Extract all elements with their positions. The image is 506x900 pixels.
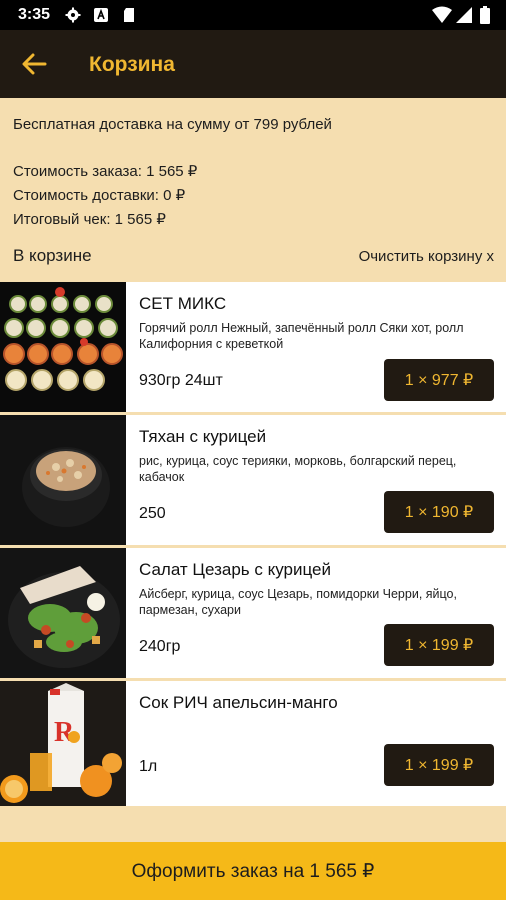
chahan-image [0, 415, 126, 545]
item-description: рис, курица, соус терияки, морковь, болг… [139, 454, 457, 484]
item-name: Сок РИЧ апельсин-манго [139, 693, 338, 712]
cart-item[interactable]: R Сок РИЧ апельсин-манго 1л 1 × 199 ₽ [0, 681, 506, 806]
signal-icon [456, 7, 472, 23]
clear-cart-button[interactable]: Очистить корзину х [359, 248, 494, 265]
order-cost: Стоимость заказа: 1 565 ₽ [13, 163, 198, 180]
item-weight: 930гр 24шт [139, 372, 223, 389]
battery-icon [480, 6, 490, 24]
free-delivery-note: Бесплатная доставка на сумму от 799 рубл… [13, 116, 332, 133]
juice-image: R [0, 681, 126, 806]
quantity-price-button[interactable]: 1 × 977 ₽ [384, 359, 494, 401]
total-cost: Итоговый чек: 1 565 ₽ [13, 211, 166, 228]
cart-item[interactable]: Тяхан с курицей рис, курица, соус терияк… [0, 415, 506, 545]
checkout-button[interactable]: Оформить заказ на 1 565 ₽ [0, 842, 506, 900]
cart-item[interactable]: Салат Цезарь с курицей Айсберг, курица, … [0, 548, 506, 678]
delivery-cost: Стоимость доставки: 0 ₽ [13, 187, 186, 204]
item-weight: 240гр [139, 638, 181, 655]
app-bar: Корзина [0, 30, 506, 98]
status-bar: 3:35 [0, 0, 506, 30]
item-description: Горячий ролл Нежный, запечённый ролл Сяк… [139, 321, 464, 351]
quantity-price-button[interactable]: 1 × 199 ₽ [384, 624, 494, 666]
a-box-icon [94, 8, 108, 22]
item-weight: 1л [139, 758, 158, 775]
cart-section-title: В корзине [13, 246, 92, 265]
item-description: Айсберг, курица, соус Цезарь, помидорки … [139, 587, 457, 617]
page-title: Корзина [89, 53, 175, 76]
status-time: 3:35 [18, 6, 51, 23]
item-name: Салат Цезарь с курицей [139, 560, 331, 579]
caesar-salad-image [0, 548, 126, 678]
wifi-icon [432, 6, 452, 23]
sushi-set-image [0, 282, 126, 412]
gear-icon [65, 7, 81, 23]
arrow-left-icon [22, 53, 47, 75]
back-button[interactable] [14, 44, 54, 84]
item-weight: 250 [139, 505, 166, 522]
quantity-price-button[interactable]: 1 × 199 ₽ [384, 744, 494, 786]
sd-card-icon [124, 8, 134, 22]
item-name: СЕТ МИКС [139, 294, 227, 313]
quantity-price-button[interactable]: 1 × 190 ₽ [384, 491, 494, 533]
item-name: Тяхан с курицей [139, 427, 267, 446]
cart-item[interactable]: СЕТ МИКС Горячий ролл Нежный, запечённый… [0, 282, 506, 412]
